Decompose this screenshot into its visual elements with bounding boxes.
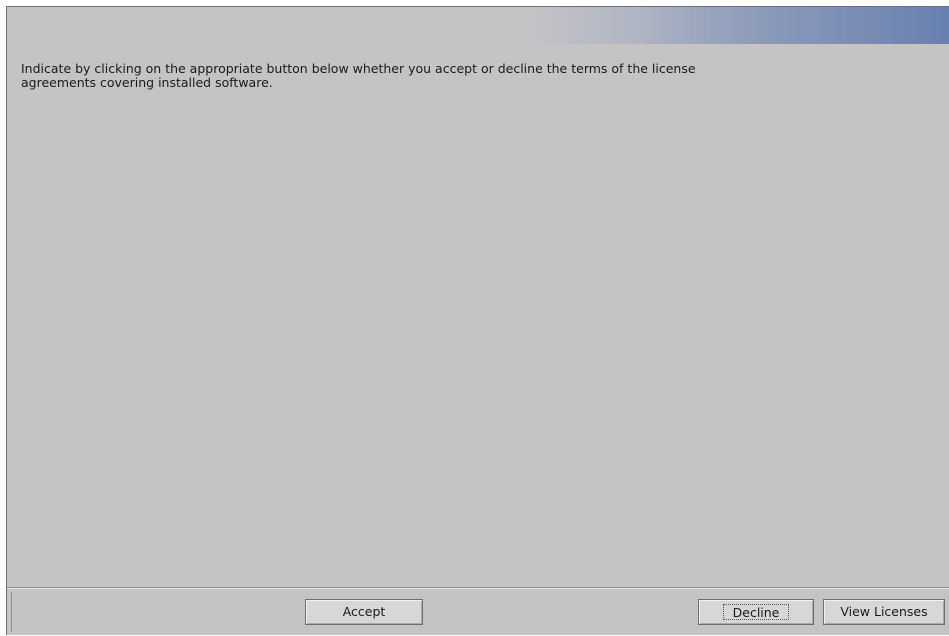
button-bar: Accept Decline View Licenses	[7, 587, 949, 636]
accept-button[interactable]: Accept	[305, 599, 423, 625]
decline-button[interactable]: Decline	[698, 599, 814, 625]
license-instruction-text: Indicate by clicking on the appropriate …	[21, 61, 696, 90]
license-dialog: Indicate by clicking on the appropriate …	[6, 6, 949, 635]
button-bar-inner: Accept Decline View Licenses	[11, 592, 947, 632]
header-banner	[7, 7, 949, 44]
view-licenses-button[interactable]: View Licenses	[823, 599, 945, 625]
decline-button-label: Decline	[723, 604, 789, 620]
